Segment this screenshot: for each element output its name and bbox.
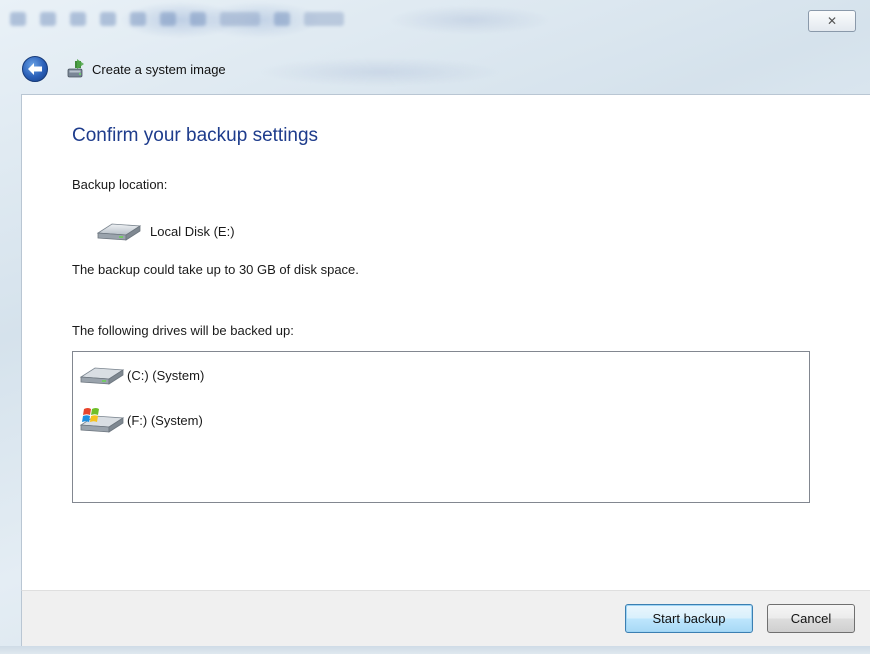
backup-location-label: Backup location: <box>72 177 168 192</box>
close-button[interactable]: ✕ <box>808 10 856 32</box>
drive-name: (F:) (System) <box>127 412 203 428</box>
disk-space-note: The backup could take up to 30 GB of dis… <box>72 262 359 277</box>
page-heading: Confirm your backup settings <box>72 125 319 146</box>
close-icon: ✕ <box>826 14 838 28</box>
cancel-button[interactable]: Cancel <box>767 604 855 633</box>
drive-item-f: (F:) (System) <box>79 406 203 434</box>
hard-drive-icon <box>96 223 142 241</box>
content-pane: Confirm your backup settings Backup loca… <box>21 94 870 590</box>
backup-location-name: Local Disk (E:) <box>150 223 235 239</box>
hard-drive-icon <box>79 367 125 385</box>
window-bottom-edge <box>0 646 870 654</box>
drive-item-c: (C:) (System) <box>79 364 204 386</box>
blurred-background-toolbar <box>10 8 530 30</box>
start-backup-button[interactable]: Start backup <box>625 604 753 633</box>
drives-list: (C:) (System) (F:) (System) <box>72 351 810 503</box>
window-frame: ✕ Create a system image Confirm your bac… <box>0 0 870 654</box>
command-bar: Start backup Cancel <box>21 590 870 646</box>
windows-drive-icon <box>79 408 125 433</box>
back-button[interactable] <box>22 56 48 82</box>
system-image-icon <box>66 59 88 79</box>
drives-list-label: The following drives will be backed up: <box>72 323 294 338</box>
backup-location-item: Local Disk (E:) <box>96 220 235 242</box>
window-title: Create a system image <box>92 61 226 77</box>
back-arrow-icon <box>28 63 42 75</box>
drive-name: (C:) (System) <box>127 367 205 383</box>
navigation-bar: Create a system image <box>22 55 226 83</box>
